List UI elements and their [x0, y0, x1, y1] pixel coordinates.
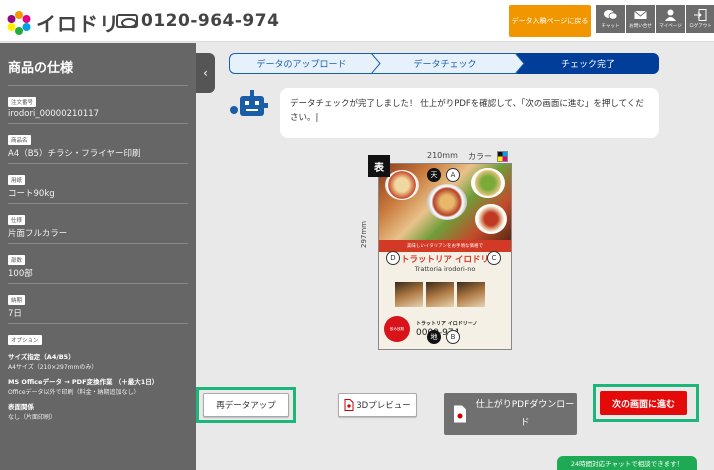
- 3d-preview-label: 3Dプレビュー: [356, 401, 411, 411]
- order-number-label: 注文番号: [8, 97, 37, 107]
- header-icon-group: チャット お問い合せ マイページ ログアウト: [596, 5, 714, 33]
- flyer-food-photo: [379, 164, 511, 240]
- logo-text: イロドリ: [36, 12, 120, 36]
- bottom-marker: 地: [427, 330, 441, 344]
- spec-options: オプション サイズ指定（A4/B5） A4サイズ（210×297mmのみ） MS…: [8, 323, 188, 421]
- step-label: データのアップロード: [256, 60, 347, 70]
- option-value: Officeデータ以外で印刷（料金・納期追加なし）: [8, 389, 140, 396]
- product-value: A4（B5）チラシ・フライヤー印刷: [8, 149, 141, 159]
- pdf-download-button[interactable]: 仕上がりPDFダウンロード: [444, 393, 577, 435]
- progress-steps: データのアップロード データチェック チェック完了: [229, 53, 659, 74]
- width-dimension: 210mm: [427, 151, 458, 160]
- step-check: データチェック: [373, 53, 525, 74]
- flyer-photo: [395, 282, 423, 307]
- reupload-button[interactable]: 再データアップ: [203, 393, 289, 417]
- chat-icon: [604, 10, 617, 20]
- marker-b: B: [446, 330, 460, 344]
- plate-image: [385, 170, 419, 200]
- logout-icon: [694, 9, 707, 21]
- pdf-download-label: 仕上がりPDFダウンロード: [475, 400, 575, 428]
- option-title: MS Officeデータ → PDF変換作業 （＋最大1日）: [8, 378, 159, 386]
- contact-label: お問い合せ: [629, 24, 652, 29]
- flyer-tagline: 美味しいイタリアンをお手頃な価格で: [379, 240, 511, 252]
- color-label: カラー: [468, 152, 492, 161]
- logout-label: ログアウト: [689, 24, 712, 29]
- sidebar-collapse-button[interactable]: ‹: [196, 53, 215, 93]
- header: イロドリ 0120-964-974 データ入稿ページに戻る チャット お問い合せ…: [0, 0, 714, 42]
- spec-print-type: 仕様 片面フルカラー: [8, 203, 188, 239]
- chat-support-tab[interactable]: 24時間対応チャットで相談できます！: [557, 456, 697, 470]
- pdf-icon: [344, 399, 354, 411]
- step-arrow-icon: [515, 53, 525, 74]
- quantity-label: 部数: [8, 255, 26, 265]
- spec-paper: 用紙 コート90kg: [8, 163, 188, 199]
- spec-delivery: 納期 7日: [8, 283, 188, 319]
- next-step-button[interactable]: 次の画面に進む: [600, 391, 687, 415]
- delivery-label: 納期: [8, 295, 26, 305]
- logo[interactable]: イロドリ: [6, 8, 120, 37]
- mail-icon: [634, 10, 647, 19]
- plate-image: [427, 184, 467, 220]
- top-marker: 天: [427, 168, 441, 182]
- flyer-photo: [426, 282, 454, 307]
- plate-image: [475, 204, 507, 234]
- step-upload: データのアップロード: [229, 53, 381, 74]
- order-number-value: irodori_00000210117: [8, 109, 100, 119]
- robot-icon: [230, 90, 268, 116]
- spec-order-number: 注文番号 irodori_00000210117: [8, 85, 188, 119]
- flyer-photo-row: [395, 282, 488, 307]
- option-value: なし（片面印刷）: [8, 414, 57, 421]
- option-title: 表面関係: [8, 403, 34, 411]
- marker-a: A: [446, 168, 460, 182]
- paper-value: コート90kg: [8, 189, 55, 199]
- chat-button[interactable]: チャット: [596, 5, 625, 33]
- spec-quantity: 部数 100部: [8, 243, 188, 279]
- product-spec-sidebar: 商品の仕様 注文番号 irodori_00000210117 商品名 A4（B5…: [0, 43, 196, 470]
- plate-image: [471, 168, 505, 198]
- 3d-preview-button[interactable]: 3Dプレビュー: [338, 393, 417, 417]
- chevron-left-icon: ‹: [203, 66, 208, 80]
- back-to-upload-button[interactable]: データ入稿ページに戻る: [509, 5, 591, 37]
- paper-label: 用紙: [8, 175, 26, 185]
- front-side-marker: 表: [368, 155, 390, 177]
- user-icon: [665, 9, 676, 21]
- contact-button[interactable]: お問い合せ: [626, 5, 655, 33]
- quantity-value: 100部: [8, 269, 33, 279]
- phone-text: 0120-964-974: [141, 11, 280, 31]
- flyer-subtitle: Trattoria irodori-no: [414, 265, 476, 273]
- mypage-button[interactable]: マイページ: [656, 5, 685, 33]
- print-type-value: 片面フルカラー: [8, 229, 68, 239]
- spec-product: 商品名 A4（B5）チラシ・フライヤー印刷: [8, 123, 188, 159]
- flyer-shop-name: トラットリア イロドリーノ: [416, 321, 478, 327]
- step-arrow-icon: [371, 53, 381, 74]
- step-complete: チェック完了: [517, 53, 659, 74]
- print-type-label: 仕様: [8, 215, 26, 225]
- mypage-label: マイページ: [659, 24, 682, 29]
- free-dial-icon: [116, 14, 138, 28]
- step-label: データチェック: [413, 60, 477, 70]
- product-label: 商品名: [8, 135, 31, 145]
- marker-d: D: [386, 251, 400, 265]
- sidebar-title: 商品の仕様: [8, 61, 74, 76]
- option-value: A4サイズ（210×297mmのみ）: [8, 364, 98, 371]
- logout-button[interactable]: ログアウト: [686, 5, 714, 33]
- color-swatch-icon: [497, 151, 508, 162]
- marker-c: C: [487, 251, 501, 265]
- flower-logo-icon: [7, 10, 31, 35]
- delivery-value: 7日: [8, 309, 22, 319]
- option-title: サイズ指定（A4/B5）: [8, 353, 75, 361]
- chat-label: チャット: [601, 24, 620, 29]
- step-label: チェック完了: [560, 60, 615, 70]
- status-message: データチェックが完了しました！ 仕上がりPDFを確認して、「次の画面に進む」を押…: [280, 88, 659, 138]
- flyer-photo: [457, 282, 485, 307]
- phone-number: 0120-964-974: [116, 11, 279, 31]
- height-dimension: 297mm: [360, 221, 368, 248]
- pdf-file-icon: [454, 405, 466, 423]
- flyer-badge: 飲み放題: [384, 316, 410, 342]
- options-label: オプション: [8, 335, 42, 345]
